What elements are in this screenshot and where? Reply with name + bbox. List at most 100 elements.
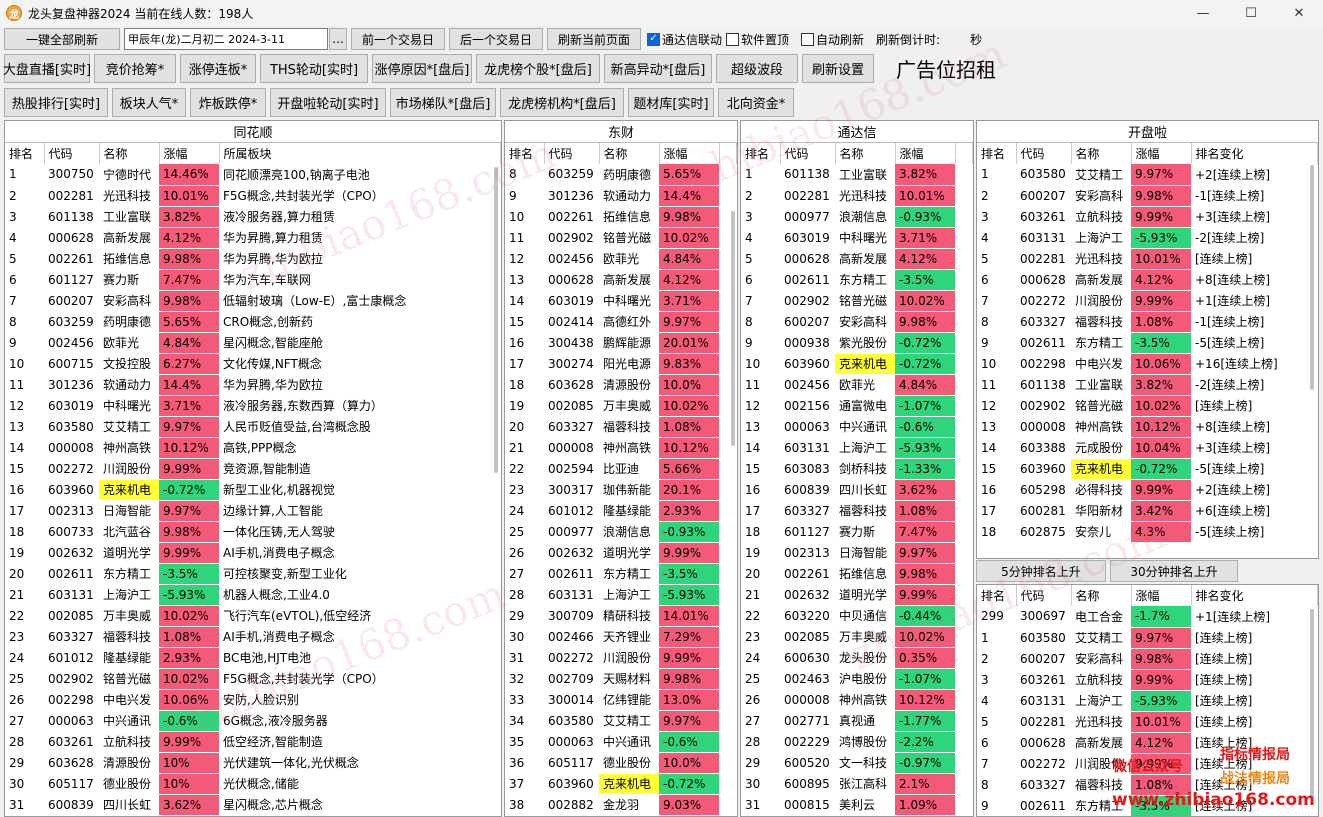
table-row[interactable]: 17 600281 华阳新材 3.42% +6[连续上榜] <box>977 500 1318 522</box>
table-row[interactable]: 16 600839 四川长虹 3.62% <box>741 479 973 501</box>
table-row[interactable]: 5 002261 拓维信息 9.98% 华为昇腾,华为欧拉 <box>5 248 501 270</box>
table-row[interactable]: 29 600520 文一科技 -0.97% <box>741 752 973 774</box>
table-row[interactable]: 9 002611 东方精工 -3.5% -5[连续上榜] <box>977 332 1318 354</box>
column-header[interactable]: 名称 <box>599 143 660 164</box>
table-row[interactable]: 28 002229 鸿博股份 -2.2% <box>741 731 973 753</box>
table-row[interactable]: 11 002456 欧菲光 4.84% <box>741 374 973 396</box>
table-row[interactable]: 13 000063 中兴通讯 -0.6% <box>741 416 973 438</box>
column-header[interactable]: 涨幅 <box>1131 143 1192 164</box>
table-row[interactable]: 11 002902 铭普光磁 10.02% <box>505 227 737 249</box>
column-header[interactable]: 代码 <box>544 143 600 164</box>
column-header[interactable]: 涨幅 <box>659 143 720 164</box>
table-row[interactable]: 36 605117 德业股份 10.0% <box>505 752 737 774</box>
table-row[interactable]: 18 600733 北汽蓝谷 9.98% 一体化压铸,无人驾驶 <box>5 521 501 543</box>
column-header[interactable]: 排名 <box>505 143 545 164</box>
table-row[interactable]: 24 600630 龙头股份 0.35% <box>741 647 973 669</box>
feature-button[interactable]: 板块人气* <box>112 88 186 117</box>
table-row[interactable]: 10 600715 文投控股 6.27% 文化传媒,NFT概念 <box>5 353 501 375</box>
feature-button[interactable]: 题材库[实时] <box>628 88 714 117</box>
table-row[interactable]: 23 300317 珈伟新能 20.1% <box>505 479 737 501</box>
table-row[interactable]: 2 600207 安彩高科 9.98% -1[连续上榜] <box>977 185 1318 207</box>
table-row[interactable]: 1 603580 艾艾精工 9.97% [连续上榜] <box>977 627 1318 649</box>
pin-top-checkbox[interactable]: 软件置顶 <box>726 31 789 48</box>
table-row[interactable]: 15 002272 川润股份 9.99% 竞资源,智能制造 <box>5 458 501 480</box>
table-row[interactable]: 18 602875 安奈儿 4.3% -5[连续上榜] <box>977 521 1318 543</box>
table-row[interactable]: 26 002632 道明光学 9.99% <box>505 542 737 564</box>
table-row[interactable]: 35 000063 中兴通讯 -0.6% <box>505 731 737 753</box>
tdx-link-checkbox[interactable]: ✓ 通达信联动 <box>647 31 722 48</box>
table-row[interactable]: 14 000008 神州高铁 10.12% 高铁,PPP概念 <box>5 437 501 459</box>
feature-button[interactable]: 开盘啦轮动[实时] <box>270 88 386 117</box>
table-row[interactable]: 17 603327 福蓉科技 1.08% <box>741 500 973 522</box>
table-row[interactable]: 29 603628 清源股份 10% 光伏建筑一体化,光伏概念 <box>5 752 501 774</box>
date-field[interactable]: 甲辰年(龙)二月初二 2024-3-11 <box>124 28 328 50</box>
table-row[interactable]: 16 300438 鹏辉能源 20.01% <box>505 332 737 354</box>
feature-button[interactable]: 竞价抢筹* <box>94 54 176 83</box>
table-row[interactable]: 23 002085 万丰奥威 10.02% <box>741 626 973 648</box>
table-row[interactable]: 14 603131 上海沪工 -5.93% <box>741 437 973 459</box>
df-scrollbar[interactable] <box>731 211 735 446</box>
table-row[interactable]: 15 603960 克来机电 -0.72% -5[连续上榜] <box>977 458 1318 480</box>
table-row[interactable]: 21 000008 神州高铁 10.12% <box>505 437 737 459</box>
table-row[interactable]: 17 300274 阳光电源 9.83% <box>505 353 737 375</box>
table-row[interactable]: 6 002611 东方精工 -3.5% <box>741 269 973 291</box>
table-row[interactable]: 5 000628 高新发展 4.12% <box>741 248 973 270</box>
column-header[interactable]: 名称 <box>835 143 896 164</box>
table-row[interactable]: 7 600207 安彩高科 9.98% 低辐射玻璃（Low-E）,富士康概念 <box>5 290 501 312</box>
table-row[interactable]: 2 002281 光迅科技 10.01% <box>741 185 973 207</box>
table-row[interactable]: 14 603019 中科曙光 3.71% <box>505 290 737 312</box>
table-row[interactable]: 10 002261 拓维信息 9.98% <box>505 206 737 228</box>
table-row[interactable]: 37 603960 克来机电 -0.72% <box>505 773 737 795</box>
table-row[interactable]: 16 605298 必得科技 9.99% +2[连续上榜] <box>977 479 1318 501</box>
table-row[interactable]: 20 002261 拓维信息 9.98% <box>741 563 973 585</box>
table-row[interactable]: 1 300750 宁德时代 14.46% 同花顺漂亮100,钠离子电池 <box>5 164 501 186</box>
table-row[interactable]: 1 601138 工业富联 3.82% <box>741 164 973 186</box>
kpl-scrollbar[interactable] <box>1310 165 1314 390</box>
table-row[interactable]: 19 002313 日海智能 9.97% <box>741 542 973 564</box>
feature-button[interactable]: 龙虎榜个股*[盘后] <box>476 54 600 83</box>
feature-button[interactable]: THS轮动[实时] <box>260 54 368 83</box>
feature-button[interactable]: 超级波段 <box>716 54 798 83</box>
date-picker-button[interactable]: ... <box>329 28 347 50</box>
table-row[interactable]: 4 603019 中科曙光 3.71% <box>741 227 973 249</box>
feature-button[interactable]: 龙虎榜机构*[盘后] <box>500 88 624 117</box>
table-row[interactable]: 38 002882 金龙羽 9.03% <box>505 794 737 816</box>
column-header[interactable]: 代码 <box>44 143 100 164</box>
table-row[interactable]: 2 002281 光迅科技 10.01% F5G概念,共封装光学（CPO） <box>5 185 501 207</box>
table-row[interactable]: 27 002771 真视通 -1.77% <box>741 710 973 732</box>
table-row[interactable]: 6 000628 高新发展 4.12% +8[连续上榜] <box>977 269 1318 291</box>
table-row[interactable]: 23 603327 福蓉科技 1.08% AI手机,消费电子概念 <box>5 626 501 648</box>
table-row[interactable]: 8 603259 药明康德 5.65% CRO概念,创新药 <box>5 311 501 333</box>
column-header[interactable]: 排名 <box>741 143 781 164</box>
table-row[interactable]: 25 002902 铭普光磁 10.02% F5G概念,共封装光学（CPO） <box>5 668 501 690</box>
table-row[interactable]: 25 000977 浪潮信息 -0.93% <box>505 521 737 543</box>
table-row[interactable]: 22 002085 万丰奥威 10.02% 飞行汽车(eVTOL),低空经济 <box>5 605 501 627</box>
table-row[interactable]: 11 601138 工业富联 3.82% -2[连续上榜] <box>977 374 1318 396</box>
table-row[interactable]: 31 002272 川润股份 9.99% <box>505 647 737 669</box>
column-header[interactable]: 代码 <box>1016 143 1072 164</box>
column-header[interactable]: 名称 <box>99 143 160 164</box>
feature-button[interactable]: 新高异动*[盘后] <box>604 54 712 83</box>
column-header[interactable]: 排名变化 <box>1191 585 1318 606</box>
kpl-rank-scrollbar[interactable] <box>1310 609 1314 799</box>
table-row[interactable]: 28 603131 上海沪工 -5.93% <box>505 584 737 606</box>
table-row[interactable]: 20 603327 福蓉科技 1.08% <box>505 416 737 438</box>
table-row[interactable]: 24 601012 隆基绿能 2.93% <box>505 500 737 522</box>
table-row[interactable]: 27 000063 中兴通讯 -0.6% 6G概念,液冷服务器 <box>5 710 501 732</box>
table-row[interactable]: 11 301236 软通动力 14.4% 华为昇腾,华为欧拉 <box>5 374 501 396</box>
table-row[interactable]: 4 603131 上海沪工 -5.93% -2[连续上榜] <box>977 227 1318 249</box>
table-row[interactable]: 8 603259 药明康德 5.65% <box>505 164 737 186</box>
table-row[interactable]: 8 600207 安彩高科 9.98% <box>741 311 973 333</box>
table-row[interactable]: 18 603628 清源股份 10.0% <box>505 374 737 396</box>
table-row[interactable]: 25 002463 沪电股份 -1.07% <box>741 668 973 690</box>
column-header[interactable]: 涨幅 <box>895 143 956 164</box>
table-row[interactable]: 18 601127 赛力斯 7.47% <box>741 521 973 543</box>
table-row[interactable]: 32 002709 天赐材料 9.98% <box>505 668 737 690</box>
table-row[interactable]: 3 603261 立航科技 9.99% +3[连续上榜] <box>977 206 1318 228</box>
table-row[interactable]: 12 002156 通富微电 -1.07% <box>741 395 973 417</box>
table-row[interactable]: 30 600895 张江高科 2.1% <box>741 773 973 795</box>
table-row[interactable]: 13 000008 神州高铁 10.12% +8[连续上榜] <box>977 416 1318 438</box>
table-row[interactable]: 22 002594 比亚迪 5.66% <box>505 458 737 480</box>
table-row[interactable]: 12 603019 中科曙光 3.71% 液冷服务器,东数西算（算力） <box>5 395 501 417</box>
table-row[interactable]: 2 600207 安彩高科 9.98% [连续上榜] <box>977 648 1318 670</box>
